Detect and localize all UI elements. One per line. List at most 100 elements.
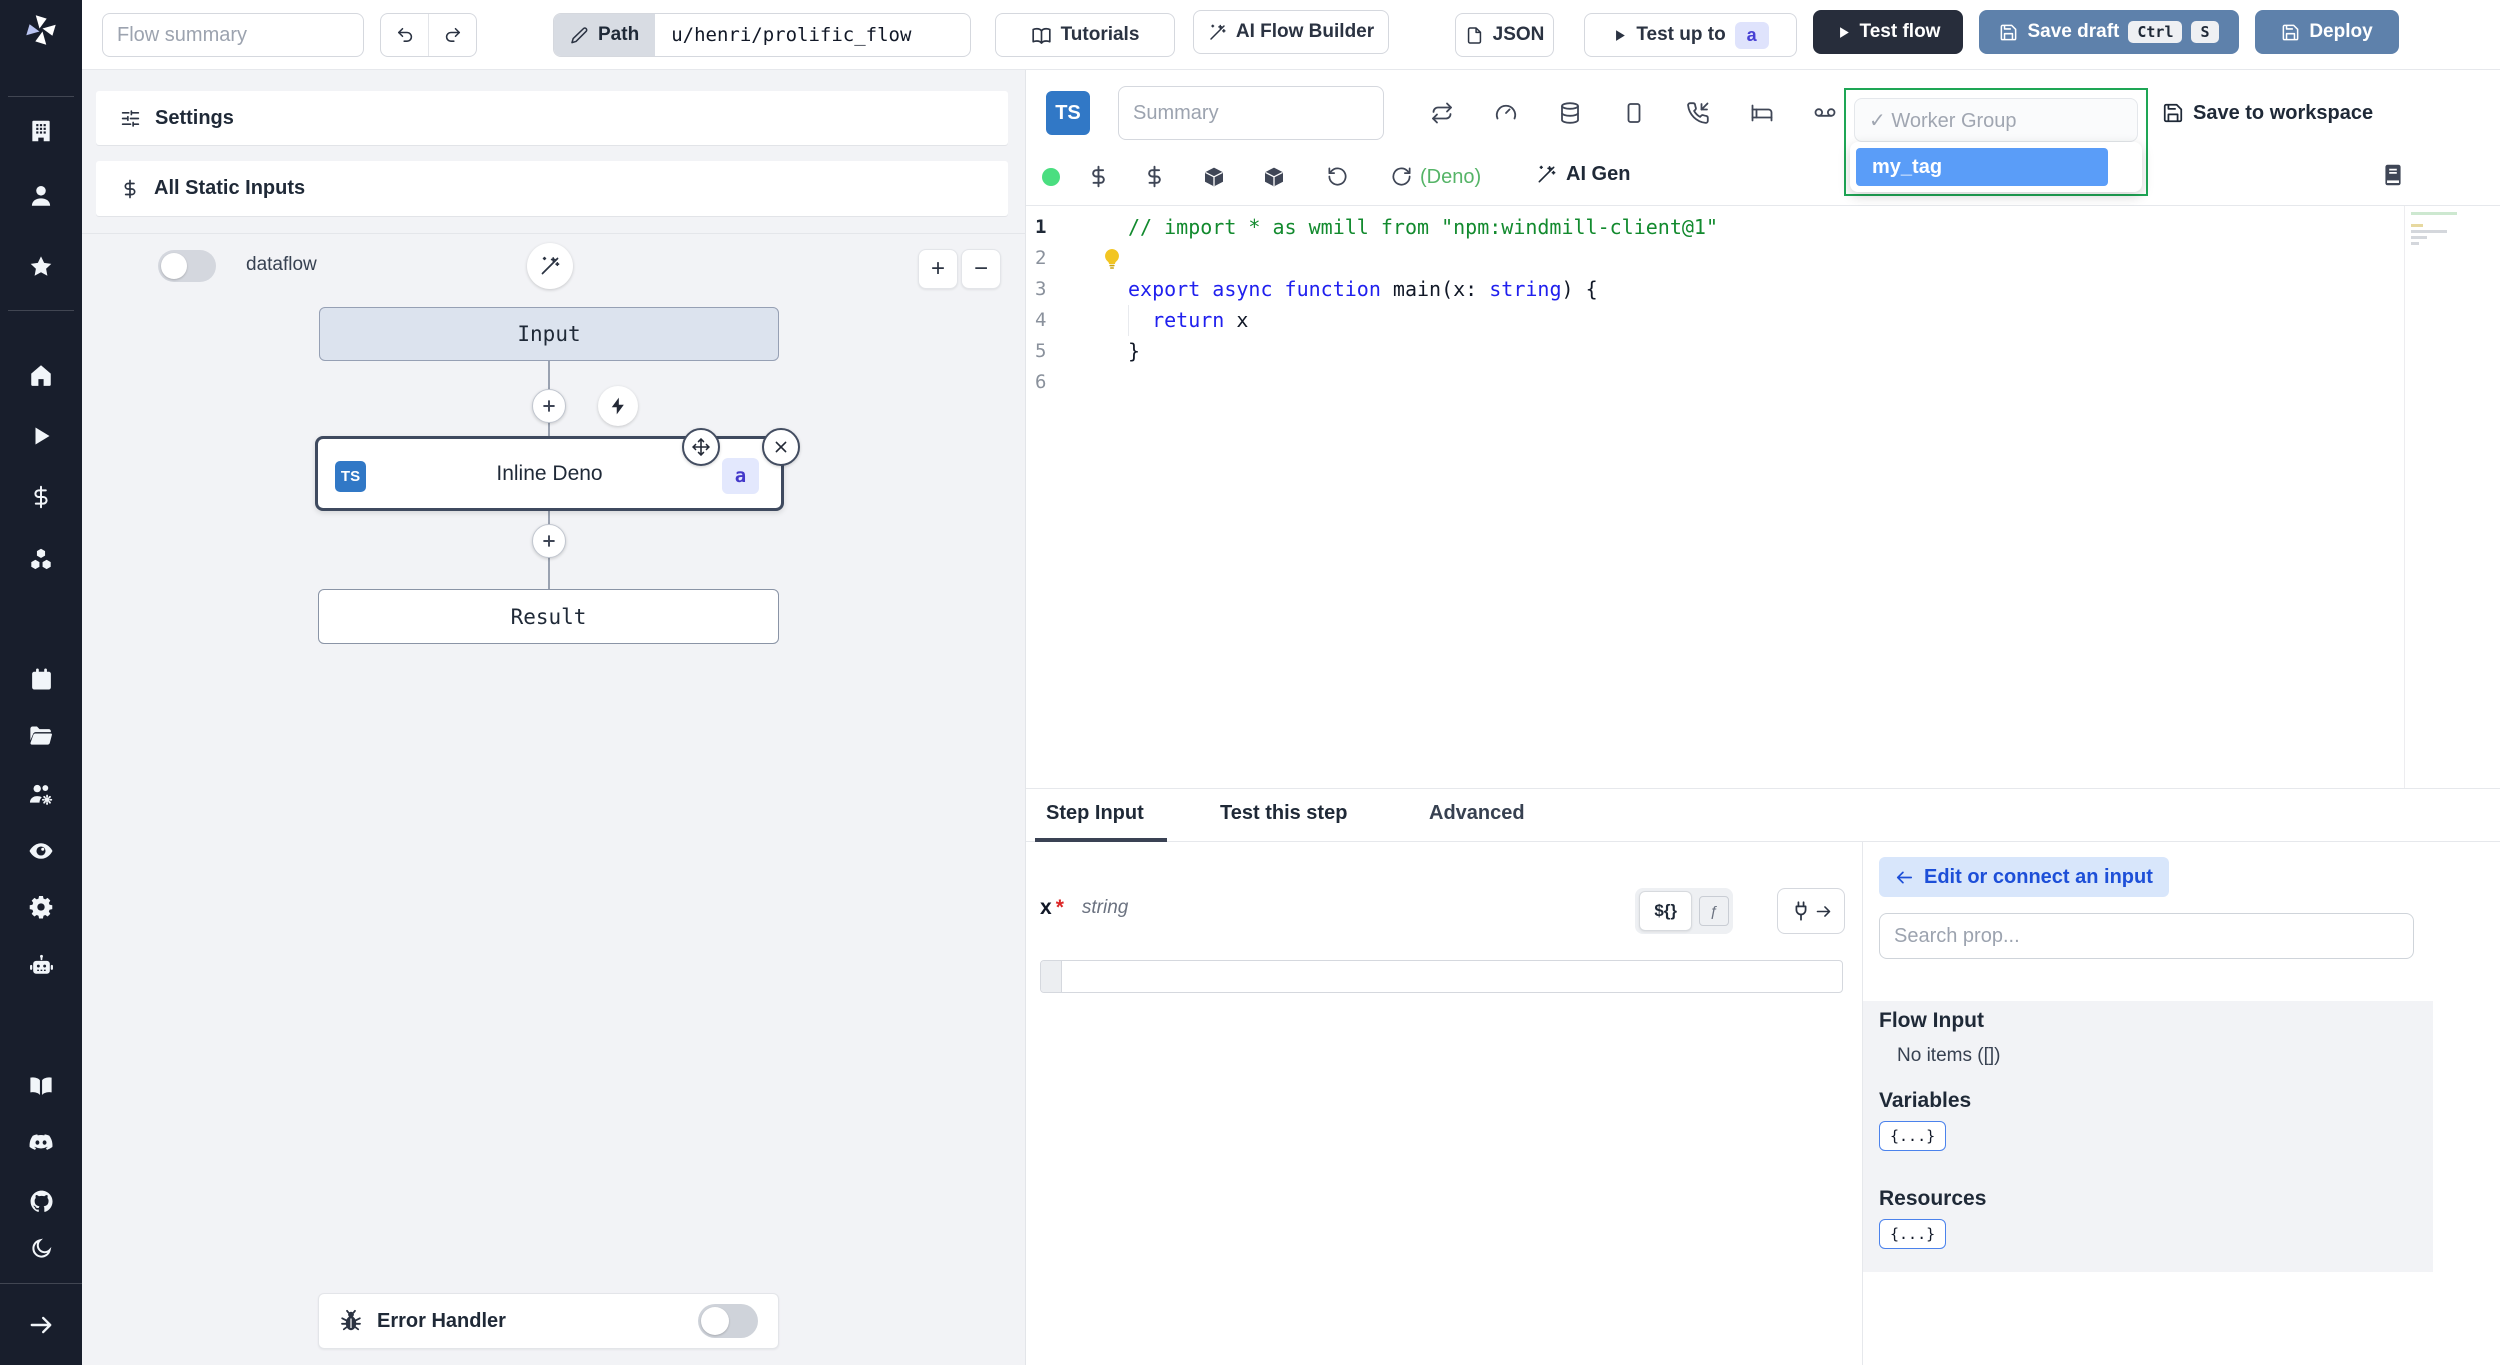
undo-button[interactable] bbox=[381, 14, 428, 56]
flow-summary-input[interactable] bbox=[102, 13, 364, 57]
deploy-button[interactable]: Deploy bbox=[2255, 10, 2399, 54]
ai-wand-button[interactable] bbox=[527, 243, 573, 289]
reset-icon[interactable] bbox=[1326, 165, 1349, 193]
path-button[interactable]: Path u/henri/prolific_flow bbox=[553, 13, 971, 57]
dataflow-toggle[interactable] bbox=[158, 250, 216, 282]
sidebar-item-workers[interactable] bbox=[21, 946, 61, 986]
early-stop-icon[interactable] bbox=[1494, 101, 1518, 130]
flow-input-node[interactable]: Input bbox=[319, 307, 779, 361]
summary-input[interactable] bbox=[1118, 86, 1384, 140]
bug-icon bbox=[339, 1309, 363, 1333]
test-flow-button[interactable]: Test flow bbox=[1813, 10, 1963, 54]
json-button[interactable]: JSON bbox=[1455, 13, 1554, 57]
ai-gen-button[interactable]: AI Gen bbox=[1536, 163, 1630, 186]
package-icon[interactable] bbox=[1262, 165, 1286, 194]
ai-flow-builder-button[interactable]: AI Flow Builder bbox=[1193, 10, 1389, 54]
search-prop-input[interactable] bbox=[1879, 913, 2414, 959]
input-mode-toggle-group: ${} ƒ bbox=[1635, 888, 1733, 934]
sidebar-item-resources[interactable] bbox=[21, 539, 61, 579]
move-icon bbox=[691, 437, 711, 457]
line-number: 6 bbox=[1035, 371, 1047, 393]
sidebar-item-github[interactable] bbox=[21, 1181, 61, 1221]
save-draft-button[interactable]: Save draft Ctrl S bbox=[1979, 10, 2239, 54]
code-line-1: // import * as wmill from "npm:windmill-… bbox=[1128, 215, 1719, 239]
step-input-form: x * string ${} ƒ bbox=[1026, 842, 1862, 1365]
save-to-workspace-button[interactable]: Save to workspace bbox=[2162, 96, 2373, 130]
mock-icon[interactable] bbox=[1813, 101, 1837, 130]
function-mode-button[interactable]: ƒ bbox=[1699, 896, 1729, 926]
resources-title: Resources bbox=[1879, 1187, 1987, 1210]
sidebar-item-settings[interactable] bbox=[21, 887, 61, 927]
app-sidebar bbox=[0, 0, 82, 1365]
sidebar-item-docs[interactable] bbox=[21, 1066, 61, 1106]
edit-or-connect-label: Edit or connect an input bbox=[1924, 865, 2153, 888]
windmill-logo-icon[interactable] bbox=[23, 12, 59, 48]
sidebar-item-discord[interactable] bbox=[21, 1123, 61, 1163]
minimap-mark bbox=[2411, 242, 2419, 245]
worker-group-option-my-tag[interactable]: my_tag bbox=[1856, 148, 2108, 186]
flow-settings-row[interactable]: Settings bbox=[96, 91, 1008, 145]
pencil-icon bbox=[570, 26, 589, 45]
deploy-label: Deploy bbox=[2309, 21, 2373, 42]
test-up-to-button[interactable]: Test up to a bbox=[1584, 13, 1797, 57]
sidebar-item-home[interactable] bbox=[21, 355, 61, 395]
zoom-in-button[interactable]: + bbox=[918, 249, 958, 289]
variables-chip[interactable]: {...} bbox=[1879, 1121, 1947, 1151]
tutorials-button[interactable]: Tutorials bbox=[995, 13, 1175, 57]
sidebar-item-user[interactable] bbox=[21, 176, 61, 216]
top-toolbar: Path u/henri/prolific_flow Tutorials AI … bbox=[82, 0, 2500, 70]
code-editor[interactable]: 1 2 3 4 5 6 // import * as wmill from "n… bbox=[1026, 206, 2500, 788]
sidebar-item-groups[interactable] bbox=[21, 774, 61, 814]
lightbulb-icon[interactable] bbox=[1100, 247, 1124, 276]
redo-button[interactable] bbox=[429, 14, 476, 56]
sidebar-item-favorites[interactable] bbox=[21, 247, 61, 287]
tab-step-input[interactable]: Step Input bbox=[1046, 802, 1144, 825]
add-step-button-top[interactable] bbox=[532, 389, 566, 423]
tab-test-this-step[interactable]: Test this step bbox=[1220, 802, 1347, 825]
typescript-badge-label: TS bbox=[1055, 101, 1081, 124]
add-step-button-bottom[interactable] bbox=[532, 524, 566, 558]
wand-sparkles-icon bbox=[1536, 164, 1557, 185]
resource-picker-icon[interactable] bbox=[1143, 165, 1166, 193]
worker-group-select[interactable]: ✓ Worker Group bbox=[1854, 98, 2138, 142]
variables-title: Variables bbox=[1879, 1089, 1972, 1112]
retries-icon[interactable] bbox=[1430, 101, 1454, 130]
sleep-icon[interactable] bbox=[1750, 101, 1774, 130]
variable-picker-icon[interactable] bbox=[1087, 165, 1110, 193]
concurrency-icon[interactable] bbox=[1622, 101, 1646, 130]
sidebar-item-runs[interactable] bbox=[21, 416, 61, 456]
error-handler-toggle[interactable] bbox=[698, 1304, 758, 1338]
sidebar-item-workspace[interactable] bbox=[21, 111, 61, 151]
zoom-out-button[interactable]: − bbox=[961, 249, 1001, 289]
connect-input-button[interactable] bbox=[1777, 888, 1845, 934]
error-handler-row[interactable]: Error Handler bbox=[318, 1293, 779, 1349]
add-trigger-button[interactable] bbox=[598, 386, 638, 426]
minimap-mark bbox=[2411, 212, 2457, 215]
ai-gen-label: AI Gen bbox=[1566, 163, 1631, 185]
flow-result-node[interactable]: Result bbox=[318, 589, 779, 644]
worker-group-option-label: my_tag bbox=[1872, 155, 1943, 178]
sidebar-item-dark-mode[interactable] bbox=[21, 1229, 61, 1269]
resources-chip[interactable]: {...} bbox=[1879, 1219, 1947, 1249]
sidebar-item-audit-logs[interactable] bbox=[21, 831, 61, 871]
template-mode-button[interactable]: ${} bbox=[1639, 891, 1693, 931]
sidebar-item-schedules[interactable] bbox=[21, 659, 61, 699]
reload-icon[interactable] bbox=[1390, 165, 1413, 193]
plus-icon bbox=[540, 532, 558, 550]
all-static-inputs-row[interactable]: All Static Inputs bbox=[96, 161, 1008, 216]
move-step-handle[interactable] bbox=[682, 428, 720, 466]
minimap[interactable] bbox=[2404, 206, 2500, 788]
package-icon[interactable] bbox=[1202, 165, 1226, 194]
path-value: u/henri/prolific_flow bbox=[671, 24, 912, 46]
undo-icon bbox=[395, 25, 415, 45]
field-value-input[interactable] bbox=[1040, 960, 1843, 993]
cache-icon[interactable] bbox=[1558, 101, 1582, 130]
tab-advanced[interactable]: Advanced bbox=[1429, 802, 1525, 825]
sidebar-item-folders[interactable] bbox=[21, 716, 61, 756]
sidebar-item-variables[interactable] bbox=[21, 477, 61, 517]
edit-or-connect-button[interactable]: Edit or connect an input bbox=[1879, 857, 2169, 897]
suspend-icon[interactable] bbox=[1686, 101, 1710, 130]
delete-step-button[interactable] bbox=[762, 428, 800, 466]
sidebar-expand-icon[interactable] bbox=[21, 1305, 61, 1345]
diff-viewer-icon[interactable] bbox=[2380, 162, 2406, 193]
